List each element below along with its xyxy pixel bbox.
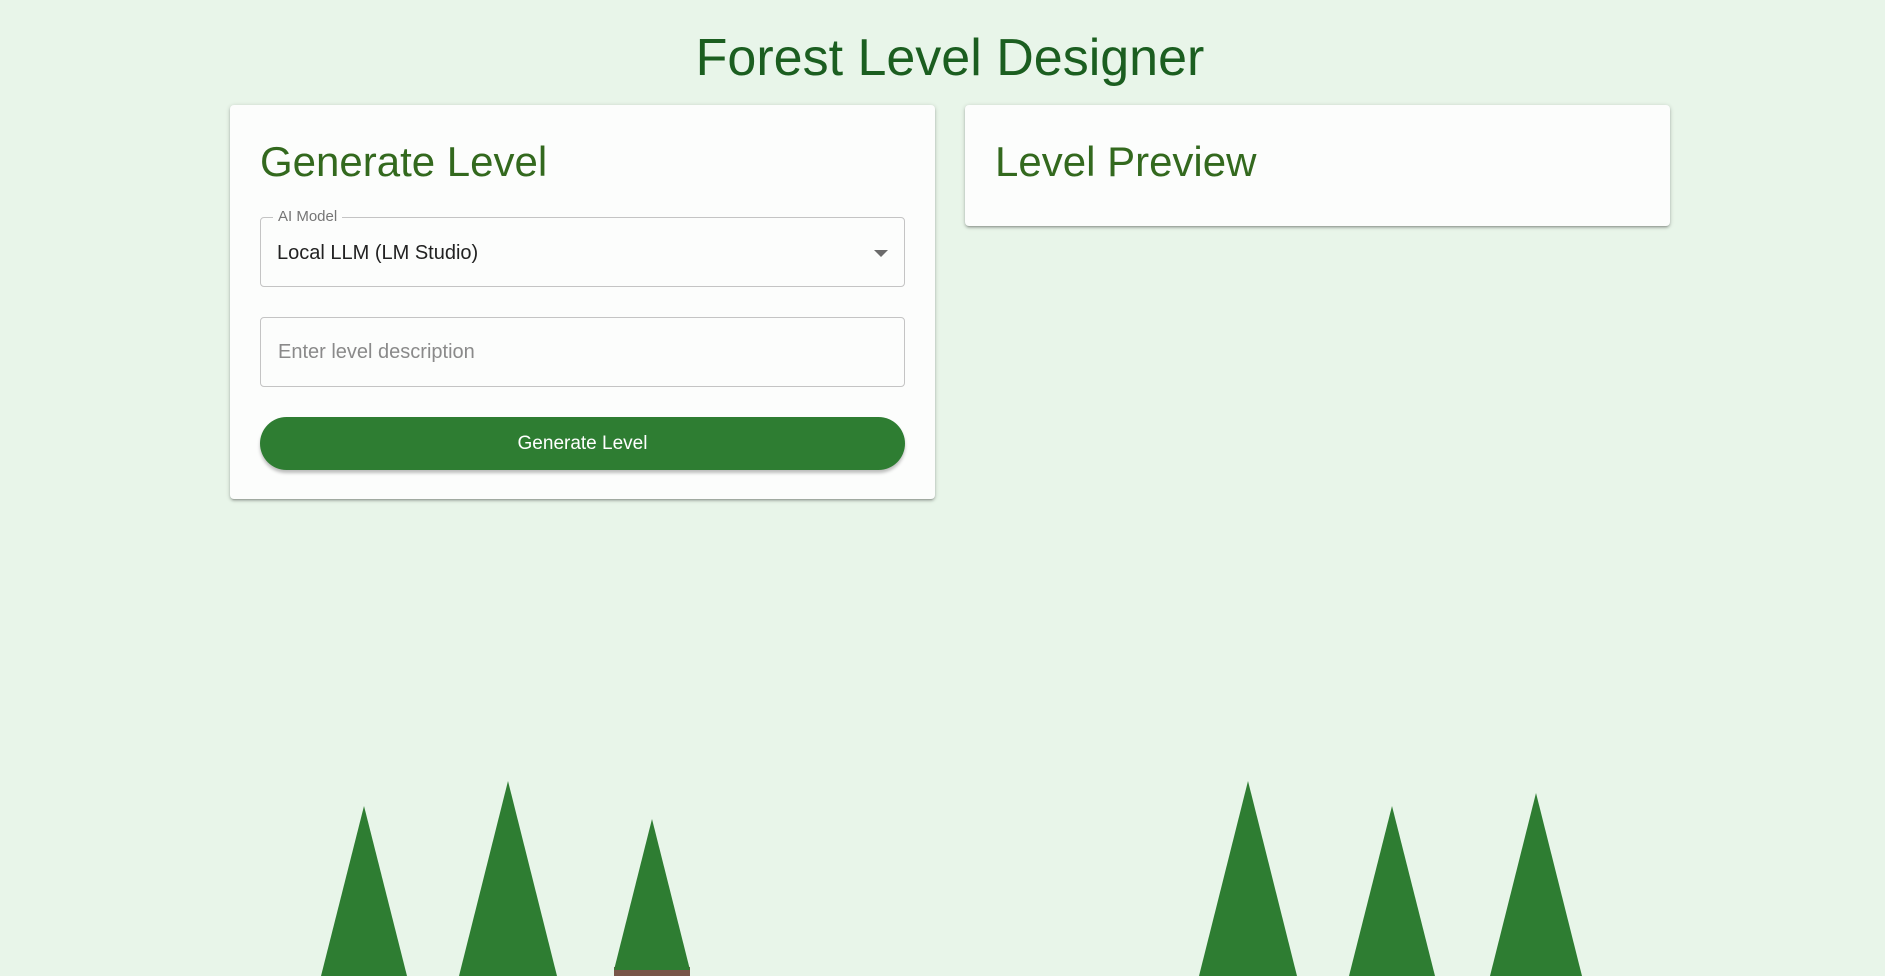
pine-tree xyxy=(321,806,407,976)
pine-tree xyxy=(1490,793,1582,976)
level-preview-heading: Level Preview xyxy=(995,138,1257,185)
ai-model-label: AI Model xyxy=(273,208,343,226)
pine-tree xyxy=(459,781,557,976)
level-preview-card: Level Preview xyxy=(965,105,1670,226)
tree-trunk xyxy=(614,967,690,976)
generate-level-heading: Generate Level xyxy=(260,138,548,185)
generate-level-card: Generate Level AI Model Local LLM (LM St… xyxy=(230,105,935,499)
generate-level-button[interactable]: Generate Level xyxy=(260,417,905,470)
chevron-down-icon[interactable] xyxy=(874,250,888,257)
ai-model-selected-value: Local LLM (LM Studio) xyxy=(277,242,479,264)
page-title: Forest Level Designer xyxy=(695,29,1205,87)
pine-tree xyxy=(614,819,690,970)
pine-tree xyxy=(1199,781,1297,976)
level-description-input[interactable] xyxy=(260,317,905,387)
pine-tree xyxy=(1349,806,1435,976)
ai-model-select[interactable]: AI Model Local LLM (LM Studio) xyxy=(260,208,905,287)
